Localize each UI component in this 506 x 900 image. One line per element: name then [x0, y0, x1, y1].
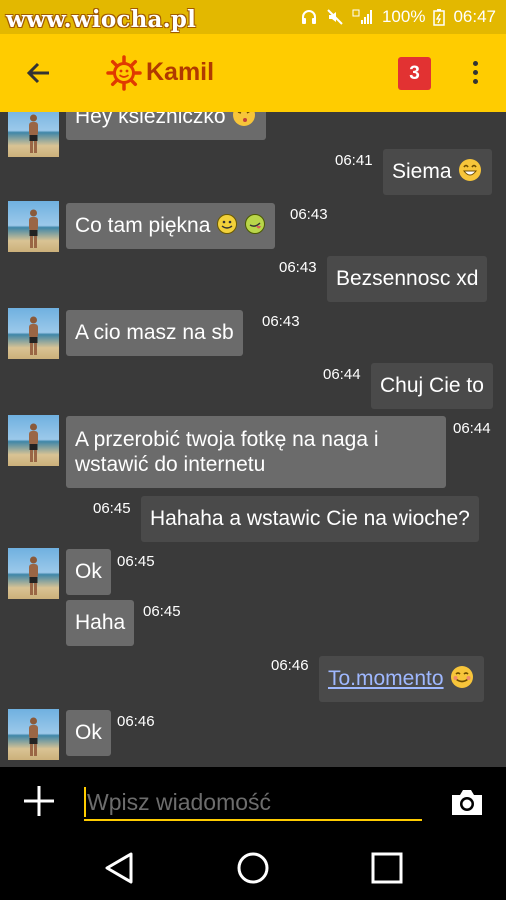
- avatar[interactable]: [8, 709, 59, 760]
- message-time: 06:45: [117, 553, 155, 570]
- message-text: Haha: [75, 611, 126, 634]
- message-text: Ok: [75, 721, 102, 744]
- unread-badge[interactable]: 3: [398, 57, 431, 90]
- clock: 06:47: [453, 7, 496, 26]
- status-icons: 100% 06:47: [300, 7, 496, 27]
- message-bubble-incoming[interactable]: Haha: [66, 600, 135, 646]
- smile-emoji-icon: [451, 666, 474, 689]
- avatar[interactable]: [8, 548, 59, 599]
- message-bubble-incoming[interactable]: Hey ksiezniczko: [66, 112, 267, 140]
- system-navigation-bar: [0, 835, 506, 900]
- avatar[interactable]: [8, 112, 59, 157]
- message-bubble-outgoing[interactable]: To.momento: [319, 656, 485, 702]
- message-bubble-outgoing[interactable]: Hahaha a wstawic Cie na wioche?: [141, 496, 479, 542]
- message-text: Hey ksiezniczko: [75, 112, 226, 128]
- message-bubble-incoming[interactable]: Ok: [66, 549, 111, 595]
- recents-square-icon[interactable]: [369, 850, 405, 886]
- chat-history[interactable]: Hey ksiezniczko 06:41 Siema Co tam piękn…: [0, 112, 506, 767]
- message-input-placeholder: Wpisz wiadomość: [87, 789, 272, 815]
- message-bubble-incoming[interactable]: A przerobić twoja fotkę na naga i wstawi…: [66, 416, 446, 488]
- message-time: 06:46: [271, 657, 309, 674]
- message-text: Ok: [75, 560, 102, 583]
- message-text: Siema: [392, 160, 452, 183]
- headphones-icon: [301, 10, 316, 24]
- message-bubble-incoming[interactable]: A cio masz na sb: [66, 310, 243, 356]
- message-time: 06:43: [262, 313, 300, 330]
- smile-emoji-icon: [217, 214, 238, 235]
- message-time: 06:46: [117, 713, 155, 730]
- message-link[interactable]: To.momento: [328, 667, 444, 690]
- message-text: Chuj Cie to: [380, 374, 484, 397]
- message-time: 06:45: [93, 500, 131, 517]
- back-triangle-icon[interactable]: [101, 850, 137, 886]
- message-time: 06:45: [143, 603, 181, 620]
- message-bubble-incoming[interactable]: Co tam piękna: [66, 203, 276, 249]
- message-bubble-outgoing[interactable]: Siema: [383, 149, 493, 195]
- kiss-emoji-icon: [233, 112, 256, 127]
- battery-icon: [433, 9, 446, 26]
- message-time: 06:41: [335, 152, 373, 169]
- message-input[interactable]: Wpisz wiadomość: [84, 783, 422, 821]
- message-text: Bezsennosc xd: [336, 267, 479, 290]
- message-time: 06:43: [279, 259, 317, 276]
- kebab-menu-icon[interactable]: [465, 58, 485, 88]
- message-text: Co tam piękna: [75, 214, 211, 237]
- message-bubble-outgoing[interactable]: Bezsennosc xd: [327, 256, 488, 302]
- message-time: 06:44: [453, 420, 491, 437]
- home-circle-icon[interactable]: [235, 850, 271, 886]
- message-text: Hahaha a wstawic Cie na wioche?: [150, 507, 470, 530]
- contact-name[interactable]: Kamil: [146, 58, 214, 87]
- arrow-left-icon[interactable]: [22, 56, 56, 90]
- battery-percent: 100%: [381, 7, 426, 26]
- grin-emoji-icon: [459, 159, 482, 182]
- message-time: 06:44: [323, 366, 361, 383]
- message-bubble-outgoing[interactable]: Chuj Cie to: [371, 363, 493, 409]
- message-text: A cio masz na sb: [75, 321, 234, 344]
- status-bar: www.wiocha.pl 100% 06:47: [0, 0, 506, 34]
- avatar[interactable]: [8, 415, 59, 466]
- message-text: A przerobić twoja fotkę na naga i wstawi…: [75, 428, 379, 476]
- avatar[interactable]: [8, 201, 59, 252]
- camera-icon[interactable]: [450, 787, 484, 817]
- avatar[interactable]: [8, 308, 59, 359]
- message-bubble-incoming[interactable]: Ok: [66, 710, 111, 756]
- mute-icon: [327, 9, 343, 25]
- composer-bar: Wpisz wiadomość: [0, 767, 506, 835]
- plus-icon[interactable]: [22, 784, 56, 818]
- tongue-emoji-icon: [245, 214, 266, 235]
- sun-icon: [106, 55, 142, 91]
- app-bar: Kamil 3: [0, 34, 506, 112]
- watermark: www.wiocha.pl: [6, 6, 197, 33]
- text-cursor: [84, 787, 86, 817]
- signal-icon: [352, 9, 372, 24]
- message-time: 06:43: [290, 206, 328, 223]
